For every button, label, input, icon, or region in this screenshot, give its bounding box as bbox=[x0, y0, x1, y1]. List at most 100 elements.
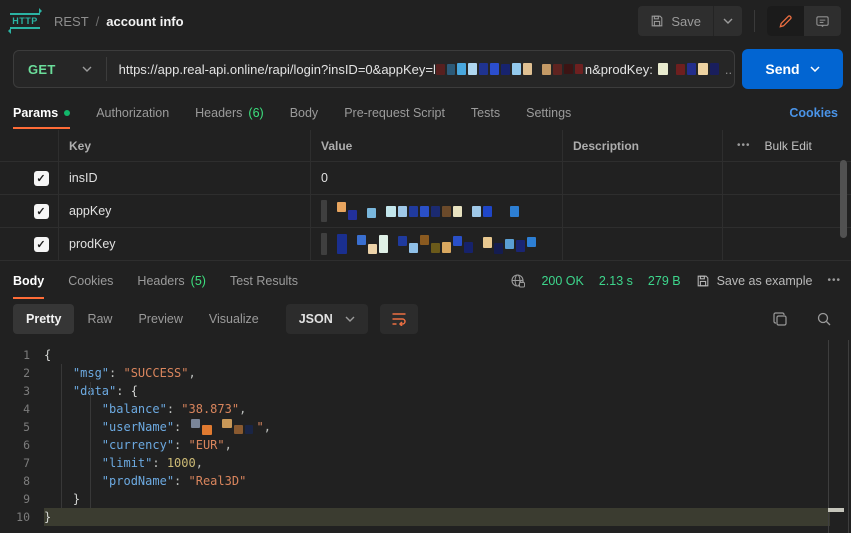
response-size[interactable]: 279 B bbox=[648, 274, 681, 288]
line-number: 8 bbox=[0, 472, 44, 490]
code-scroll-marker[interactable] bbox=[828, 508, 844, 512]
status-badge[interactable]: 200 OK bbox=[541, 274, 583, 288]
tab-headers[interactable]: Headers (6) bbox=[195, 97, 264, 129]
response-tab-body[interactable]: Body bbox=[13, 262, 44, 299]
param-description-cell[interactable] bbox=[562, 228, 722, 260]
floppy-icon bbox=[696, 274, 710, 288]
param-value-cell[interactable] bbox=[310, 195, 562, 227]
format-selector[interactable]: JSON bbox=[286, 304, 368, 334]
redaction-block bbox=[472, 206, 481, 217]
view-preview[interactable]: Preview bbox=[125, 304, 195, 334]
line-number: 10 bbox=[0, 508, 44, 526]
code-token: { bbox=[44, 348, 51, 362]
response-tool-icons bbox=[772, 311, 838, 327]
search-icon[interactable] bbox=[816, 311, 832, 327]
redaction-block bbox=[516, 240, 525, 252]
toolbar-divider bbox=[754, 10, 755, 32]
code-token: " bbox=[257, 420, 264, 434]
param-key: appKey bbox=[69, 204, 111, 218]
url-text-prefix: https://app.real-api.online/rapi/login?i… bbox=[119, 62, 436, 77]
tab-body[interactable]: Body bbox=[290, 97, 319, 129]
view-pretty[interactable]: Pretty bbox=[13, 304, 74, 334]
param-checkbox[interactable] bbox=[34, 204, 49, 219]
redaction-block bbox=[202, 425, 212, 435]
redacted-value bbox=[191, 422, 255, 432]
edit-request-button[interactable] bbox=[767, 6, 804, 36]
param-key-cell[interactable]: prodKey bbox=[58, 228, 310, 260]
save-button[interactable]: Save bbox=[638, 6, 742, 36]
param-description-cell[interactable] bbox=[562, 195, 722, 227]
tab-authorization[interactable]: Authorization bbox=[96, 97, 169, 129]
comments-button[interactable] bbox=[804, 6, 841, 36]
response-tab-cookies[interactable]: Cookies bbox=[68, 262, 113, 299]
response-body-viewer[interactable]: 1{2 "msg": "SUCCESS",3 "data": {4 "balan… bbox=[0, 340, 851, 533]
headers-count: (6) bbox=[248, 106, 263, 120]
param-key-cell[interactable]: insID bbox=[58, 162, 310, 194]
app-window: { "colors": { "accent_orange": "#ff6c37"… bbox=[0, 0, 851, 533]
redaction-block bbox=[453, 206, 462, 217]
send-button[interactable]: Send bbox=[742, 49, 843, 89]
param-description-cell[interactable] bbox=[562, 162, 722, 194]
copy-icon[interactable] bbox=[772, 311, 788, 327]
redaction-block bbox=[453, 236, 462, 246]
url-input[interactable]: https://app.real-api.online/rapi/login?i… bbox=[119, 62, 734, 77]
view-raw[interactable]: Raw bbox=[74, 304, 125, 334]
chevron-down-icon bbox=[82, 66, 92, 72]
response-more-icon[interactable]: ••• bbox=[827, 275, 841, 286]
breadcrumb-request-name[interactable]: account info bbox=[106, 14, 183, 29]
column-key: Key bbox=[58, 130, 310, 161]
code-token: : bbox=[167, 402, 181, 416]
param-key-cell[interactable]: appKey bbox=[58, 195, 310, 227]
redaction-block bbox=[442, 206, 451, 217]
code-token: : bbox=[116, 384, 130, 398]
code-token: , bbox=[264, 420, 271, 434]
response-time[interactable]: 2.13 s bbox=[599, 274, 633, 288]
tab-tests[interactable]: Tests bbox=[471, 97, 500, 129]
bulk-edit-button[interactable]: Bulk Edit bbox=[765, 139, 812, 153]
redaction-block bbox=[368, 244, 377, 254]
side-panel-toggles bbox=[767, 6, 841, 36]
code-token: } bbox=[73, 492, 80, 506]
redaction-block bbox=[442, 242, 451, 253]
more-actions-icon[interactable]: ••• bbox=[737, 140, 751, 151]
wrap-text-button[interactable] bbox=[380, 304, 418, 334]
drag-handle[interactable] bbox=[0, 195, 24, 227]
redaction-block bbox=[468, 63, 477, 75]
response-tab-test-results[interactable]: Test Results bbox=[230, 262, 298, 299]
code-token: "userName" bbox=[102, 420, 174, 434]
tab-settings[interactable]: Settings bbox=[526, 97, 571, 129]
checkbox-cell bbox=[24, 228, 58, 260]
wrap-text-icon bbox=[391, 312, 407, 326]
tab-params[interactable]: Params bbox=[13, 97, 70, 129]
save-as-example-button[interactable]: Save as example bbox=[696, 274, 813, 288]
tab-pre-request-script[interactable]: Pre-request Script bbox=[344, 97, 445, 129]
table-scrollbar[interactable] bbox=[840, 160, 847, 238]
method-selector[interactable]: GET bbox=[14, 62, 106, 77]
format-label: JSON bbox=[299, 312, 333, 326]
view-visualize[interactable]: Visualize bbox=[196, 304, 272, 334]
drag-handle[interactable] bbox=[0, 228, 24, 260]
redaction-block bbox=[698, 63, 708, 75]
redaction-block bbox=[447, 64, 455, 75]
response-tab-headers[interactable]: Headers (5) bbox=[137, 262, 206, 299]
redaction-block bbox=[398, 236, 407, 246]
save-options-button[interactable] bbox=[713, 6, 742, 36]
code-line: 10} bbox=[0, 508, 851, 526]
param-checkbox[interactable] bbox=[34, 171, 49, 186]
param-value-cell[interactable] bbox=[310, 228, 562, 260]
code-token bbox=[44, 420, 102, 434]
redaction-block bbox=[479, 63, 488, 75]
tab-label: Authorization bbox=[96, 106, 169, 120]
code-token: } bbox=[44, 510, 51, 524]
cookies-link[interactable]: Cookies bbox=[789, 106, 838, 120]
globe-lock-icon[interactable] bbox=[510, 273, 526, 289]
code-token bbox=[44, 438, 102, 452]
breadcrumb-collection[interactable]: REST bbox=[54, 14, 89, 29]
param-checkbox[interactable] bbox=[34, 237, 49, 252]
redaction-block bbox=[512, 63, 521, 75]
param-value-cell[interactable]: 0 bbox=[310, 162, 562, 194]
code-scroll-track[interactable] bbox=[828, 340, 829, 533]
code-line: 9 } bbox=[0, 490, 851, 508]
code-token bbox=[44, 384, 73, 398]
drag-handle[interactable] bbox=[0, 162, 24, 194]
